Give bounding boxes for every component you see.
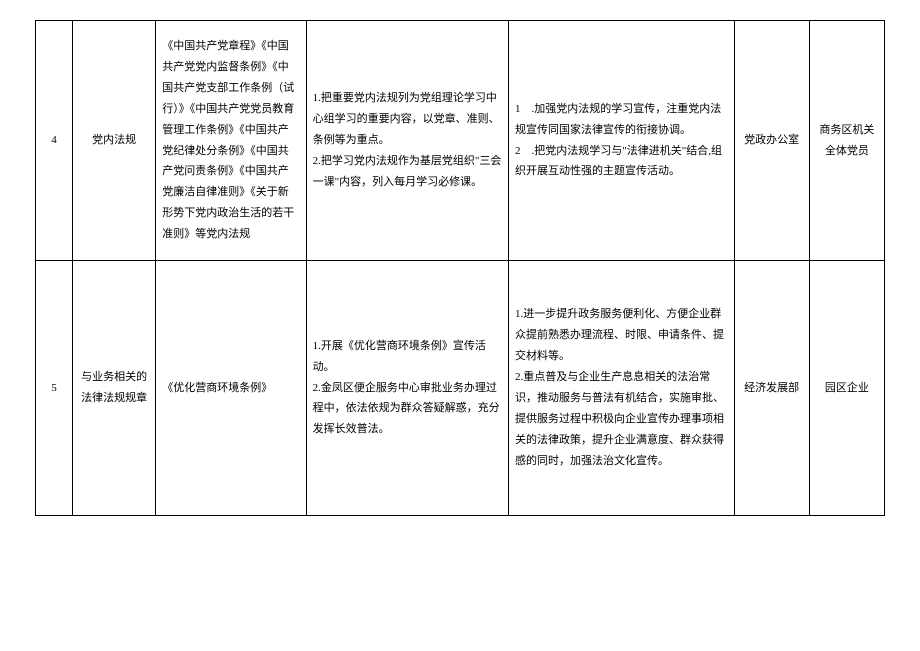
- category-cell: 党内法规: [73, 21, 156, 261]
- target-cell: 园区企业: [809, 261, 884, 516]
- dept-cell: 经济发展部: [734, 261, 809, 516]
- reference-cell: 《中国共产党章程》《中国共产党党内监督条例》《中国共产党支部工作条例（试行）》《…: [156, 21, 306, 261]
- dept-cell: 党政办公室: [734, 21, 809, 261]
- regulation-table: 4 党内法规 《中国共产党章程》《中国共产党党内监督条例》《中国共产党支部工作条…: [35, 20, 885, 516]
- table-row: 5 与业务相关的法律法规规章 《优化营商环境条例》 1.开展《优化营商环境条例》…: [36, 261, 885, 516]
- task1-cell: 1.开展《优化营商环境条例》宣传活动。2.金凤区便企服务中心审批业务办理过程中，…: [306, 261, 508, 516]
- task2-cell: 1.进一步提升政务服务便利化、方便企业群众提前熟悉办理流程、时限、申请条件、提交…: [509, 261, 735, 516]
- category-cell: 与业务相关的法律法规规章: [73, 261, 156, 516]
- target-cell: 商务区机关全体党员: [809, 21, 884, 261]
- row-number: 5: [36, 261, 73, 516]
- row-number: 4: [36, 21, 73, 261]
- reference-cell: 《优化营商环境条例》: [156, 261, 306, 516]
- table-row: 4 党内法规 《中国共产党章程》《中国共产党党内监督条例》《中国共产党支部工作条…: [36, 21, 885, 261]
- task1-cell: 1.把重要党内法规列为党组理论学习中心组学习的重要内容，以党章、准则、条例等为重…: [306, 21, 508, 261]
- task2-cell: 1 .加强党内法规的学习宣传，注重党内法规宣传同国家法律宣传的衔接协调。2 .把…: [509, 21, 735, 261]
